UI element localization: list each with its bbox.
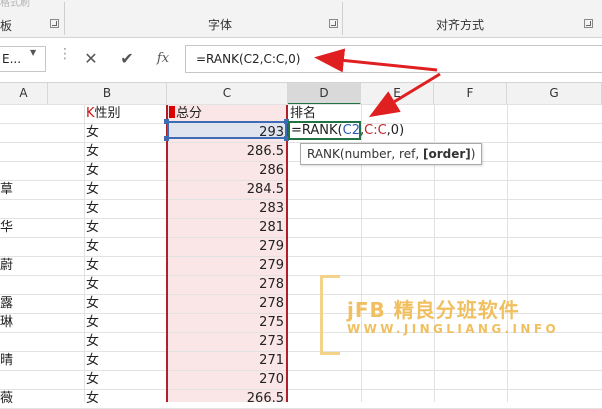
cell-a8[interactable] <box>0 237 46 256</box>
cell-b13[interactable]: 女 <box>86 332 164 351</box>
cell-a2[interactable] <box>0 123 46 142</box>
ribbon-divider <box>342 2 343 35</box>
filter-marker: K <box>86 106 95 121</box>
cell-d2-editor[interactable]: =RANK(C2,C:C,0) <box>288 121 404 140</box>
cell-b10[interactable]: 女 <box>86 275 164 294</box>
formula-ref-cc: C:C <box>364 123 387 138</box>
cell-c14[interactable]: 271 <box>168 351 286 370</box>
check-icon[interactable]: ✔ <box>112 44 142 74</box>
cell-c11[interactable]: 278 <box>168 294 286 313</box>
cell-c8[interactable]: 279 <box>168 237 286 256</box>
cell-b1-text: 性别 <box>94 106 121 121</box>
cell-a14[interactable]: 晴 <box>0 351 46 370</box>
cell-a3[interactable] <box>0 142 46 161</box>
cell-b2[interactable]: 女 <box>86 123 164 142</box>
cell-b3[interactable]: 女 <box>86 142 164 161</box>
cell-c3[interactable]: 286.5 <box>168 142 286 161</box>
column-header-a[interactable]: A <box>0 83 48 105</box>
alignment-launcher-icon[interactable] <box>584 19 593 28</box>
column-c-ref-border <box>286 105 288 402</box>
cell-c16[interactable]: 266.5 <box>168 389 286 408</box>
column-header-c[interactable]: C <box>167 83 288 105</box>
cell-c9[interactable]: 279 <box>168 256 286 275</box>
cell-a16[interactable]: 薇 <box>0 389 46 408</box>
tooltip-close: ) <box>470 147 476 161</box>
formula-ref-c2: C2 <box>342 123 360 138</box>
cell-a10[interactable] <box>0 275 46 294</box>
column-header-f[interactable]: F <box>434 83 507 105</box>
cell-b5[interactable]: 女 <box>86 180 164 199</box>
cell-c13[interactable]: 273 <box>168 332 286 351</box>
cell-b9[interactable]: 女 <box>86 256 164 275</box>
close-icon[interactable]: ✕ <box>76 44 106 74</box>
clipped-ribbon-label: 格式刷 <box>0 0 30 9</box>
cell-b8[interactable]: 女 <box>86 237 164 256</box>
cell-c4[interactable]: 286 <box>168 161 286 180</box>
cell-b1[interactable]: K性别 <box>86 104 166 123</box>
alignment-group-label: 对齐方式 <box>436 18 485 32</box>
column-header-g[interactable]: G <box>507 83 602 105</box>
watermark-subtitle: WWW.JINGLIANG.INFO <box>347 322 560 336</box>
gridline <box>507 105 508 402</box>
tooltip-func[interactable]: RANK(number, ref, <box>307 147 423 161</box>
cell-c5[interactable]: 284.5 <box>168 180 286 199</box>
cell-b4[interactable]: 女 <box>86 161 164 180</box>
formula-bar: E... ▼ ⋮ ✕ ✔ fx =RANK(C2,C:C,0) <box>0 38 602 83</box>
insert-function-button[interactable]: fx <box>148 44 178 74</box>
cell-a4[interactable] <box>0 161 46 180</box>
font-group-label: 字体 <box>208 18 233 32</box>
watermark-title: jFB 精良分班软件 <box>347 298 520 322</box>
watermark-frame <box>320 275 340 355</box>
cell-a5[interactable]: 䓍 <box>0 180 46 199</box>
cell-b6[interactable]: 女 <box>86 199 164 218</box>
tooltip-arg-order: [order] <box>422 147 471 161</box>
cell-b7[interactable]: 女 <box>86 218 164 237</box>
gridline <box>84 105 85 402</box>
cell-c7[interactable]: 281 <box>168 218 286 237</box>
ribbon-divider <box>64 2 65 35</box>
cell-b11[interactable]: 女 <box>86 294 164 313</box>
cell-b16[interactable]: 女 <box>86 389 164 408</box>
clipboard-launcher-icon[interactable] <box>50 19 59 28</box>
cell-a11[interactable]: 露 <box>0 294 46 313</box>
formula-prefix: =RANK( <box>291 123 343 138</box>
resize-handle-icon[interactable]: ⋮ <box>58 47 72 61</box>
clipboard-group-label: 板 <box>0 19 13 33</box>
column-header-d[interactable]: D <box>288 83 361 105</box>
formula-suffix: ,0) <box>386 123 405 138</box>
font-launcher-icon[interactable] <box>329 19 338 28</box>
cell-c1-text: 总分 <box>176 106 203 121</box>
formula-input[interactable]: =RANK(C2,C:C,0) <box>185 45 602 73</box>
cell-b15[interactable]: 女 <box>86 370 164 389</box>
function-tooltip: RANK(number, ref, [order]) <box>300 143 483 165</box>
cell-c15[interactable]: 270 <box>168 370 286 389</box>
column-header-e[interactable]: E <box>361 83 434 105</box>
ribbon: 格式刷 板 字体 对齐方式 <box>0 0 602 38</box>
column-header-b[interactable]: B <box>48 83 167 105</box>
cell-c2[interactable]: 293 <box>168 123 286 142</box>
chevron-down-icon[interactable]: ▼ <box>30 48 40 57</box>
cell-a12[interactable]: 琳 <box>0 313 46 332</box>
filter-marker-icon <box>169 106 175 118</box>
cell-b12[interactable]: 女 <box>86 313 164 332</box>
cell-a9[interactable]: 蔚 <box>0 256 46 275</box>
cell-c10[interactable]: 278 <box>168 275 286 294</box>
cell-a7[interactable]: 华 <box>0 218 46 237</box>
cell-a13[interactable] <box>0 332 46 351</box>
cell-b14[interactable]: 女 <box>86 351 164 370</box>
cell-a15[interactable] <box>0 370 46 389</box>
cell-a6[interactable] <box>0 199 46 218</box>
cell-c12[interactable]: 275 <box>168 313 286 332</box>
cell-c6[interactable]: 283 <box>168 199 286 218</box>
